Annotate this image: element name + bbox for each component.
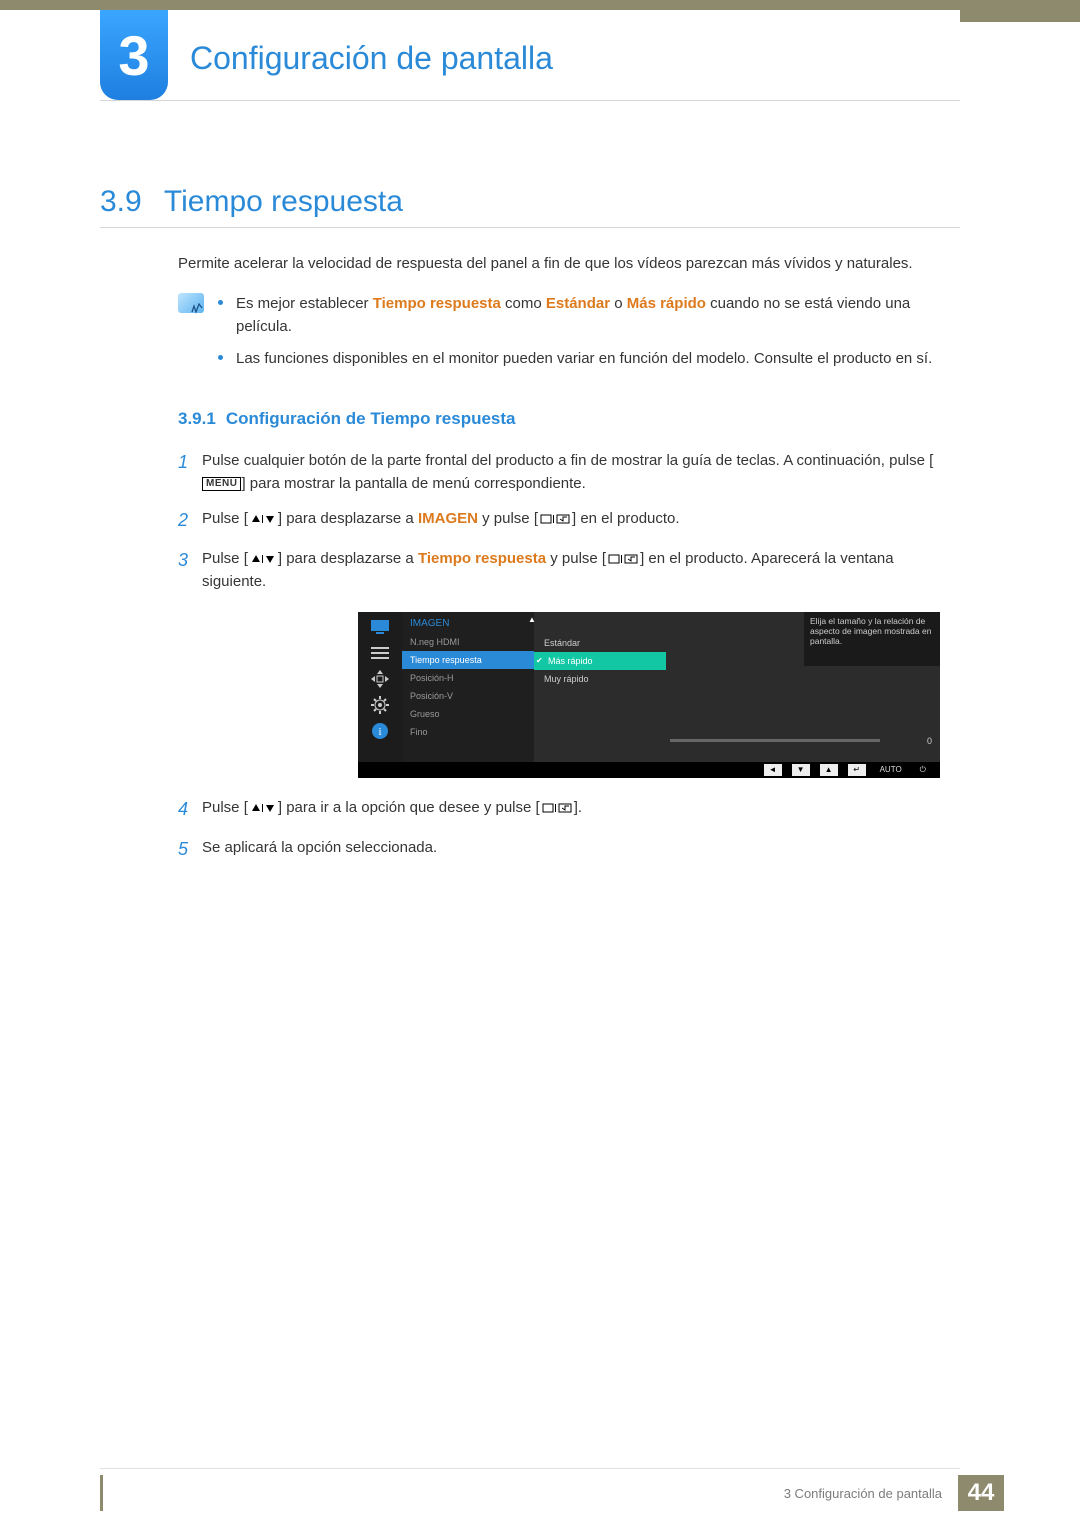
select-enter-icon bbox=[540, 513, 570, 525]
osd-slider-value: 0 bbox=[927, 736, 932, 746]
step-number: 2 bbox=[178, 507, 202, 535]
content-area: 3.9 Tiempo respuesta Permite acelerar la… bbox=[100, 185, 960, 875]
left-icon: ◄ bbox=[764, 764, 782, 776]
step-5: 5 Se aplicará la opción seleccionada. bbox=[178, 836, 960, 864]
note-block: Es mejor establecer Tiempo respuesta com… bbox=[178, 293, 960, 381]
up-down-icon bbox=[250, 553, 276, 565]
osd-option: Estándar bbox=[534, 634, 666, 652]
osd-menu-item-selected: Tiempo respuesta bbox=[402, 651, 534, 669]
down-icon: ▼ bbox=[792, 764, 810, 776]
chapter-badge: 3 bbox=[100, 10, 168, 100]
step-number: 1 bbox=[178, 449, 202, 496]
text: ]. bbox=[574, 799, 582, 816]
enter-icon: ↵ bbox=[848, 764, 866, 776]
osd-menu-item: Grueso bbox=[402, 705, 534, 723]
text: como bbox=[501, 295, 546, 312]
text: ] para mostrar la pantalla de menú corre… bbox=[241, 475, 585, 492]
osd-option: Muy rápido bbox=[534, 670, 666, 688]
note-item-2: Las funciones disponibles en el monitor … bbox=[218, 348, 960, 371]
osd-sidebar: i bbox=[358, 612, 402, 762]
keyword: Estándar bbox=[546, 295, 610, 312]
section-title: Tiempo respuesta bbox=[164, 185, 403, 218]
step-body: Pulse cualquier botón de la parte fronta… bbox=[202, 449, 960, 496]
text: Pulse [ bbox=[202, 550, 248, 567]
step-body: Pulse [ ] para desplazarse a Tiempo respu… bbox=[202, 547, 960, 594]
osd-footer: ◄ ▼ ▲ ↵ AUTO ⏻ bbox=[358, 762, 940, 778]
text: y pulse [ bbox=[478, 510, 538, 527]
text: ] para desplazarse a bbox=[278, 550, 418, 567]
auto-label: AUTO bbox=[880, 765, 902, 774]
svg-text:i: i bbox=[378, 726, 381, 738]
select-enter-icon bbox=[608, 553, 638, 565]
osd-menu-item: Posición-H bbox=[402, 669, 534, 687]
keyword: Más rápido bbox=[627, 295, 706, 312]
up-icon: ▲ bbox=[820, 764, 838, 776]
top-accent-tab bbox=[960, 0, 1080, 22]
osd-menu-screenshot: i IMAGEN N.neg HDMI Tiempo respuesta Pos… bbox=[358, 612, 940, 778]
step-body: Pulse [ ] para ir a la opción que desee y… bbox=[202, 796, 960, 824]
steps-list: 1 Pulse cualquier botón de la parte fron… bbox=[178, 449, 960, 864]
monitor-icon bbox=[368, 618, 392, 636]
text: o bbox=[610, 295, 627, 312]
osd-slider bbox=[670, 739, 880, 742]
section-number: 3.9 bbox=[100, 185, 160, 219]
step-body: Pulse [ ] para desplazarse a IMAGEN y pul… bbox=[202, 507, 960, 535]
step-3: 3 Pulse [ ] para desplazarse a Tiempo res… bbox=[178, 547, 960, 594]
note-icon bbox=[178, 293, 204, 313]
osd-menu-item: Fino bbox=[402, 723, 534, 741]
text: Es mejor establecer bbox=[236, 295, 373, 312]
up-down-icon bbox=[250, 513, 276, 525]
list-icon bbox=[368, 644, 392, 662]
step-number: 5 bbox=[178, 836, 202, 864]
up-down-icon bbox=[250, 802, 276, 814]
subsection-number: 3.9.1 bbox=[178, 409, 216, 428]
power-icon: ⏻ bbox=[920, 765, 926, 775]
section-heading: 3.9 Tiempo respuesta bbox=[100, 185, 960, 219]
move-icon bbox=[368, 670, 392, 688]
scroll-up-icon: ▲ bbox=[528, 615, 536, 624]
text: ] en el producto. bbox=[572, 510, 680, 527]
step-1: 1 Pulse cualquier botón de la parte fron… bbox=[178, 449, 960, 496]
footer-left-accent bbox=[100, 1475, 103, 1511]
subsection-title: Configuración de Tiempo respuesta bbox=[226, 409, 516, 428]
text: Pulse [ bbox=[202, 799, 248, 816]
step-body: Se aplicará la opción seleccionada. bbox=[202, 836, 960, 864]
osd-menu-title: IMAGEN bbox=[402, 618, 534, 633]
text: ] para ir a la opción que desee y pulse … bbox=[278, 799, 540, 816]
footer-page-number: 44 bbox=[958, 1475, 1004, 1511]
osd-options-column: Estándar Más rápido Muy rápido bbox=[534, 612, 666, 762]
step-2: 2 Pulse [ ] para desplazarse a IMAGEN y p… bbox=[178, 507, 960, 535]
osd-menu-column: IMAGEN N.neg HDMI Tiempo respuesta Posic… bbox=[402, 612, 534, 762]
text: ] para desplazarse a bbox=[278, 510, 418, 527]
footer-divider bbox=[100, 1468, 960, 1469]
footer-bar: 3 Configuración de pantalla 44 bbox=[784, 1475, 1004, 1511]
keyword: Tiempo respuesta bbox=[418, 550, 546, 567]
section-underline bbox=[100, 227, 960, 228]
note-item-1: Es mejor establecer Tiempo respuesta com… bbox=[218, 293, 960, 338]
osd-option-selected: Más rápido bbox=[534, 652, 666, 670]
intro-text: Permite acelerar la velocidad de respues… bbox=[178, 252, 960, 275]
select-enter-icon bbox=[542, 802, 572, 814]
footer-chapter-text: 3 Configuración de pantalla bbox=[784, 1475, 958, 1511]
text: Pulse [ bbox=[202, 510, 248, 527]
osd-menu-item: Posición-V bbox=[402, 687, 534, 705]
page: 3 Configuración de pantalla 3.9 Tiempo r… bbox=[0, 0, 1080, 1527]
osd-menu-item: N.neg HDMI bbox=[402, 633, 534, 651]
keyword: Tiempo respuesta bbox=[373, 295, 501, 312]
step-number: 3 bbox=[178, 547, 202, 594]
text: y pulse [ bbox=[546, 550, 606, 567]
keyword: IMAGEN bbox=[418, 510, 478, 527]
text: Pulse cualquier botón de la parte fronta… bbox=[202, 452, 933, 469]
menu-button-icon: MENU bbox=[202, 477, 241, 491]
subsection-heading: 3.9.1 Configuración de Tiempo respuesta bbox=[178, 409, 960, 429]
top-accent-bar bbox=[0, 0, 1080, 10]
chapter-title: Configuración de pantalla bbox=[190, 40, 553, 77]
step-number: 4 bbox=[178, 796, 202, 824]
gear-icon bbox=[368, 696, 392, 714]
note-list: Es mejor establecer Tiempo respuesta com… bbox=[218, 293, 960, 381]
info-icon: i bbox=[368, 722, 392, 740]
title-underline bbox=[100, 100, 960, 101]
step-4: 4 Pulse [ ] para ir a la opción que desee… bbox=[178, 796, 960, 824]
osd-info-panel: Elija el tamaño y la relación de aspecto… bbox=[804, 612, 940, 666]
